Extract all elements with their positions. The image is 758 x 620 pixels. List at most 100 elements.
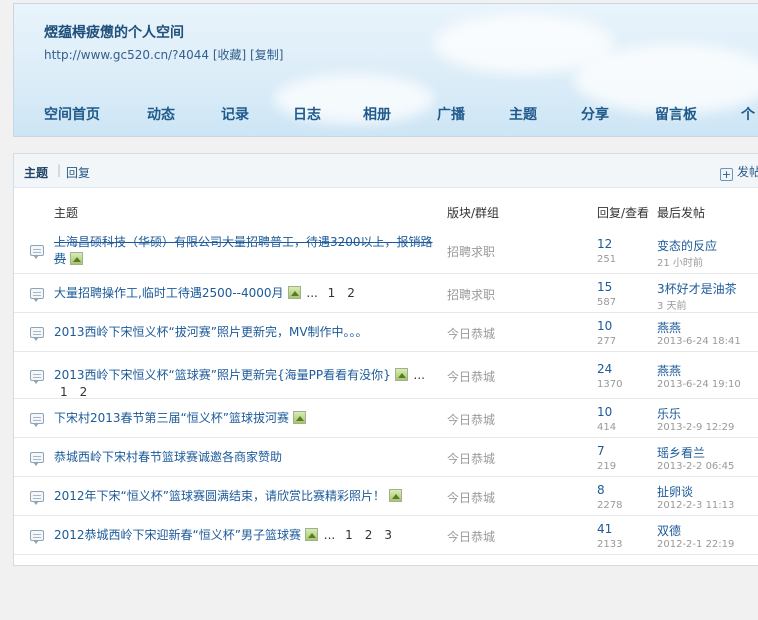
tab-bar: 主题 | 回复 + 发帖 — [14, 154, 758, 188]
thread-row: 下宋村2013春节第三届“恒义杯”篮球拔河赛 今日恭城 10 414 乐乐 2013-2-… — [14, 399, 758, 438]
last-post-user[interactable]: 双德 — [657, 522, 681, 539]
thread-forum[interactable]: 今日恭城 — [447, 450, 495, 467]
last-post-user[interactable]: 瑶乡看兰 — [657, 444, 705, 461]
page-links: ... 12 — [302, 285, 355, 300]
last-post-time[interactable]: 3 天前 — [657, 297, 687, 312]
nav-item[interactable]: 广播 — [437, 104, 465, 124]
last-post-time[interactable]: 2012-2-3 11:13 — [657, 500, 734, 511]
reply-count[interactable]: 7 — [597, 444, 605, 458]
new-post-button[interactable]: + 发帖 — [720, 163, 758, 181]
image-attachment-icon — [70, 252, 84, 265]
page-link[interactable]: 1 — [328, 286, 336, 300]
last-post-user[interactable]: 燕燕 — [657, 362, 681, 379]
thread-title-link[interactable]: 上海昌硕科技（华硕）有限公司大量招聘普工，待遇3200以上，报销路费 — [54, 235, 433, 266]
thread-title-link[interactable]: 下宋村2013春节第三届“恒义杯”篮球拔河赛 — [54, 411, 289, 425]
nav-item[interactable]: 分享 — [581, 104, 609, 124]
nav-item[interactable]: 主题 — [509, 104, 537, 124]
last-post-user[interactable]: 乐乐 — [657, 405, 681, 422]
last-post-time[interactable]: 2012-2-1 22:19 — [657, 539, 734, 550]
reply-count[interactable]: 8 — [597, 483, 605, 497]
thread-forum[interactable]: 今日恭城 — [447, 489, 495, 506]
last-post-time[interactable]: 2013-6-24 19:10 — [657, 379, 741, 390]
thread-row: 2012年下宋“恒义杯”篮球赛圆满结束，请欣赏比赛精彩照片！ 今日恭城 8 2278 扯… — [14, 477, 758, 516]
image-attachment-icon — [304, 527, 318, 541]
thread-row: 上海昌硕科技（华硕）有限公司大量招聘普工，待遇3200以上，报销路费 招聘求职 12… — [14, 228, 758, 274]
thread-icon — [30, 369, 44, 384]
thread-subject: 2012年下宋“恒义杯”篮球赛圆满结束，请欣赏比赛精彩照片！ — [54, 488, 434, 505]
page-link[interactable]: 3 — [384, 528, 392, 542]
thread-subject: 2012恭城西岭下宋迎新春“恒义杯”男子篮球赛 ... 123 — [54, 527, 434, 544]
image-attachment-icon — [287, 285, 301, 299]
reply-count[interactable]: 15 — [597, 280, 612, 294]
nav-item[interactable]: 个 — [741, 104, 755, 124]
thread-subject: 大量招聘操作工,临时工待遇2500--4000月 ... 12 — [54, 285, 434, 302]
view-count: 277 — [597, 335, 617, 347]
reply-count[interactable]: 24 — [597, 362, 612, 376]
last-post-time[interactable]: 2013-6-24 18:41 — [657, 336, 741, 347]
last-post-user[interactable]: 扯卵谈 — [657, 483, 693, 500]
thread-forum[interactable]: 招聘求职 — [447, 286, 495, 303]
page-link[interactable]: 1 — [60, 385, 68, 399]
thread-title-link[interactable]: 2013西岭下宋恒义杯“篮球赛”照片更新完{海量PP看看有没你} — [54, 368, 391, 382]
view-count: 414 — [597, 421, 617, 433]
thread-title-link[interactable]: 2012恭城西岭下宋迎新春“恒义杯”男子篮球赛 — [54, 528, 301, 542]
view-count: 251 — [597, 254, 617, 265]
thread-title-link[interactable]: 2012年下宋“恒义杯”篮球赛圆满结束，请欣赏比赛精彩照片！ — [54, 489, 385, 503]
thread-row: 2013西岭下宋恒义杯“拔河赛”照片更新完，MV制作中。。。 今日恭城 10 277 燕… — [14, 313, 758, 352]
thread-row: 2013西岭下宋恒义杯“篮球赛”照片更新完{海量PP看看有没你} ... 12 今… — [14, 352, 758, 399]
last-post-user[interactable]: 燕燕 — [657, 319, 681, 336]
page-link[interactable]: 2 — [365, 528, 373, 542]
nav-item[interactable]: 日志 — [293, 104, 321, 124]
reply-count[interactable]: 10 — [597, 405, 612, 419]
page-link[interactable]: 1 — [345, 528, 353, 542]
nav-item[interactable]: 记录 — [221, 104, 249, 124]
tab-separator: | — [57, 163, 62, 177]
space-title[interactable]: 熤蕴棏疲憊的个人空间 — [44, 22, 184, 42]
space-url-link[interactable]: http://www.gc520.cn/?4044 — [44, 48, 209, 62]
image-attachment-icon — [388, 488, 402, 502]
last-post-time[interactable]: 2013-2-9 12:29 — [657, 422, 734, 433]
last-post-time[interactable]: 21 小时前 — [657, 254, 703, 269]
image-attachment-icon — [394, 367, 408, 381]
reply-count[interactable]: 12 — [597, 237, 612, 251]
thread-forum[interactable]: 今日恭城 — [447, 368, 495, 385]
thread-icon — [30, 529, 44, 544]
thread-icon — [30, 451, 44, 466]
nav-item[interactable]: 相册 — [363, 104, 391, 124]
nav-item[interactable]: 留言板 — [655, 104, 697, 124]
nav-item[interactable]: 动态 — [147, 104, 175, 124]
thread-subject: 上海昌硕科技（华硕）有限公司大量招聘普工，待遇3200以上，报销路费 — [54, 234, 434, 268]
column-header-last-post: 最后发帖 — [657, 206, 706, 220]
thread-row: 大量招聘操作工,临时工待遇2500--4000月 ... 1 2 招聘求职 15 587… — [14, 274, 758, 313]
tab-reply[interactable]: 回复 — [66, 164, 90, 181]
favorite-link[interactable]: [收藏] — [213, 48, 246, 62]
last-post-user[interactable]: 变态的反应 — [657, 237, 717, 254]
image-attachment-icon — [292, 410, 306, 424]
thread-title-link[interactable]: 大量招聘操作工,临时工待遇2500--4000月 — [54, 286, 284, 300]
thread-forum[interactable]: 今日恭城 — [447, 411, 495, 428]
space-url-row: http://www.gc520.cn/?4044 [收藏] [复制] — [44, 46, 283, 63]
thread-forum[interactable]: 招聘求职 — [447, 243, 495, 260]
view-count: 219 — [597, 460, 617, 472]
tab-topic[interactable]: 主题 — [24, 164, 48, 181]
reply-count[interactable]: 10 — [597, 319, 612, 333]
reply-count[interactable]: 41 — [597, 522, 612, 536]
last-post-user[interactable]: 3杯好才是油茶 — [657, 280, 737, 297]
thread-title-link[interactable]: 恭城西岭下宋村春节篮球赛诚邀各商家赞助 — [54, 450, 282, 464]
thread-title-link[interactable]: 2013西岭下宋恒义杯“拔河赛”照片更新完，MV制作中。。。 — [54, 325, 368, 339]
last-post-time[interactable]: 2013-2-2 06:45 — [657, 461, 734, 472]
thread-icon — [30, 326, 44, 341]
thread-forum[interactable]: 今日恭城 — [447, 325, 495, 342]
copy-link[interactable]: [复制] — [250, 48, 283, 62]
page-link[interactable]: 2 — [80, 385, 88, 399]
thread-row: 2012恭城西岭下宋迎新春“恒义杯”男子篮球赛 ... 1 2 3 今日恭城 41 21 3… — [14, 516, 758, 555]
column-header-stats: 回复/查看 — [597, 206, 650, 220]
view-count: 1370 — [597, 378, 623, 390]
thread-forum[interactable]: 今日恭城 — [447, 528, 495, 545]
page-links: ... 123 — [319, 527, 392, 542]
nav-item[interactable]: 空间首页 — [44, 104, 100, 124]
thread-icon — [30, 245, 44, 259]
page-link[interactable]: 2 — [347, 286, 355, 300]
thread-icon — [30, 490, 44, 505]
thread-subject: 下宋村2013春节第三届“恒义杯”篮球拔河赛 — [54, 410, 434, 427]
